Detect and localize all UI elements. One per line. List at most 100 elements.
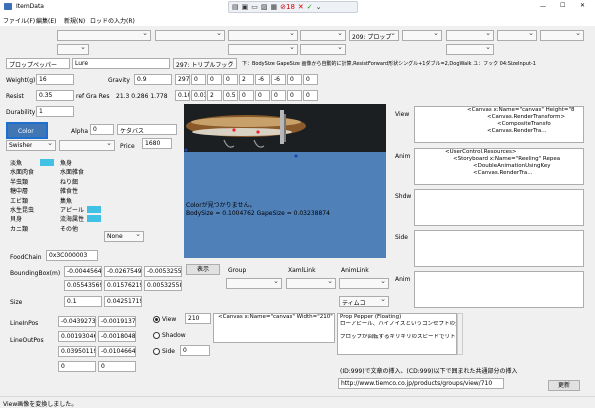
- filter-combo-8[interactable]: [402, 29, 442, 41]
- filter-combo-1[interactable]: [57, 29, 151, 41]
- shadow-radio[interactable]: [153, 332, 160, 339]
- gravity-cell[interactable]: -6: [271, 74, 286, 85]
- view-xaml-box[interactable]: <Canvas x:Name="canvas" Height="8 <Canva…: [414, 106, 584, 143]
- cancel-icon[interactable]: ✕: [298, 3, 304, 11]
- menu-rod-input[interactable]: ロッドの入力(R): [90, 16, 135, 25]
- image-icon[interactable]: ▨: [261, 3, 268, 11]
- filter-combo-7[interactable]: [300, 43, 346, 55]
- mode-combo[interactable]: Swisher: [6, 139, 56, 151]
- minimize-button[interactable]: —: [540, 3, 546, 10]
- food-chain-field[interactable]: 0x3C000003: [46, 250, 98, 261]
- show-button[interactable]: 表示: [186, 264, 220, 275]
- resist-cell[interactable]: 0.5: [223, 90, 238, 101]
- description-box[interactable]: Prop Pepper (Floating) ローアピール、ハイノイズというコン…: [337, 313, 457, 355]
- attribute-swatch-left[interactable]: [40, 215, 54, 222]
- resist-cell[interactable]: 0: [271, 90, 286, 101]
- bbox-field-4[interactable]: 0.05543569: [64, 280, 102, 291]
- line-in-field-2[interactable]: -0.00191372: [98, 316, 136, 327]
- maker-combo[interactable]: ティムコ: [339, 295, 389, 307]
- alpha-field[interactable]: 0: [90, 124, 114, 135]
- line-out-field-2[interactable]: -0.00180487: [98, 331, 136, 342]
- line-out-field-3[interactable]: 0.03950119: [58, 346, 96, 357]
- resist-cell[interactable]: 0: [239, 90, 254, 101]
- attribute-swatch-right[interactable]: [87, 159, 101, 166]
- side-field[interactable]: 0: [180, 345, 210, 356]
- group-combo[interactable]: [226, 277, 282, 289]
- attribute-swatch-right[interactable]: [87, 205, 101, 213]
- gravity-cell[interactable]: 2: [239, 74, 254, 85]
- prop-combo[interactable]: 209: プロップ: [349, 29, 399, 41]
- menu-file[interactable]: ファイル(F): [3, 16, 35, 25]
- anim-link-combo[interactable]: [339, 277, 389, 289]
- filter-combo-9[interactable]: [446, 29, 494, 41]
- page-icon[interactable]: ▤: [232, 3, 239, 11]
- filter-combo-2[interactable]: [57, 43, 89, 55]
- bbox-field-3[interactable]: -0.00532558: [144, 266, 182, 277]
- name-field[interactable]: プロップペッパー: [6, 58, 70, 69]
- resist-cell[interactable]: 0: [287, 90, 302, 101]
- view-radio[interactable]: [153, 316, 160, 323]
- line-in-field-1[interactable]: -0.04392736: [58, 316, 96, 327]
- size-field-1[interactable]: 0.1: [64, 296, 102, 307]
- side-radio[interactable]: [153, 348, 160, 355]
- durability-field[interactable]: 1: [36, 106, 74, 117]
- attribute-swatch-right[interactable]: [87, 187, 101, 194]
- filter-combo-5[interactable]: [228, 43, 298, 55]
- size-field-2[interactable]: 0.04251719: [104, 296, 142, 307]
- menu-edit[interactable]: 編集(E): [36, 16, 56, 25]
- price-field[interactable]: 1680: [142, 138, 172, 149]
- filter-combo-4[interactable]: [228, 29, 298, 41]
- gravity-cell[interactable]: 0: [223, 74, 238, 85]
- gravity-cell[interactable]: 0: [191, 74, 206, 85]
- note-icon[interactable]: ▦: [271, 3, 278, 11]
- line-out-field-4[interactable]: -0.01046645: [98, 346, 136, 357]
- gravity-cell[interactable]: 0: [303, 74, 318, 85]
- attribute-swatch-right[interactable]: [87, 168, 101, 175]
- anim-xaml-box[interactable]: <UserControl.Resources> <Storyboard x:Na…: [414, 148, 584, 185]
- view-code-box[interactable]: <Canvas x:Name="canvas" Width="210" H: [213, 313, 335, 343]
- bbox-field-2[interactable]: -0.02675499: [104, 266, 142, 277]
- shdw-xaml-box[interactable]: [414, 189, 584, 226]
- line-out-field-1[interactable]: 0.00193046: [58, 331, 96, 342]
- filter-combo-10[interactable]: [446, 43, 494, 55]
- bbox-field-5[interactable]: 0.01576219: [104, 280, 142, 291]
- resist-cell[interactable]: 0.032: [191, 90, 206, 101]
- menu-new[interactable]: 新規(N): [64, 16, 85, 25]
- attribute-swatch-left[interactable]: [40, 224, 54, 231]
- gravity-cell[interactable]: 0: [207, 74, 222, 85]
- action-combo[interactable]: 297: トリプルフック: [173, 57, 237, 69]
- side-xaml-box[interactable]: [414, 230, 584, 267]
- xaml-link-combo[interactable]: [286, 277, 336, 289]
- attribute-swatch-left[interactable]: [40, 187, 54, 194]
- color-name-field[interactable]: ケタバス: [117, 124, 177, 135]
- filter-combo-11[interactable]: [497, 29, 537, 41]
- attribute-swatch-left[interactable]: [40, 206, 54, 213]
- attribute-swatch-right[interactable]: [87, 224, 101, 231]
- bbox-field-1[interactable]: -0.00445643: [64, 266, 102, 277]
- resist-cell[interactable]: 0: [255, 90, 270, 101]
- view-width-field[interactable]: 210: [185, 313, 211, 324]
- line-out-field-6[interactable]: 0: [98, 361, 136, 372]
- attribute-swatch-left[interactable]: [40, 196, 54, 203]
- gravity-cell[interactable]: 0: [287, 74, 302, 85]
- video-icon[interactable]: ▭: [251, 3, 258, 11]
- update-button[interactable]: 更新: [548, 380, 580, 391]
- resist-cell[interactable]: 0.100: [175, 90, 190, 101]
- attribute-swatch-right[interactable]: [87, 214, 101, 222]
- picture-icon[interactable]: ▣: [242, 3, 249, 11]
- attribute-swatch-left[interactable]: [40, 177, 54, 184]
- check-icon[interactable]: ✓: [307, 3, 313, 11]
- maximize-button[interactable]: ☐: [560, 2, 565, 9]
- none-combo[interactable]: None: [104, 230, 144, 242]
- resist-field[interactable]: 0.35: [36, 90, 74, 101]
- color-button[interactable]: Color: [6, 122, 48, 139]
- url-field[interactable]: http://www.tiemco.co.jp/products/groups/…: [338, 378, 504, 389]
- weight-field[interactable]: 16: [36, 74, 74, 85]
- filter-combo-3[interactable]: [155, 29, 225, 41]
- lure-preview[interactable]: Colorが見つかりません。 BodySize = 0.1004762 Gape…: [184, 104, 386, 258]
- chevron-down-icon[interactable]: ⌄: [316, 3, 322, 11]
- attribute-swatch-right[interactable]: [87, 177, 101, 184]
- gravity-cell[interactable]: -6: [255, 74, 270, 85]
- filter-combo-12[interactable]: [540, 29, 584, 41]
- bbox-field-6[interactable]: 0.00532558: [144, 280, 182, 291]
